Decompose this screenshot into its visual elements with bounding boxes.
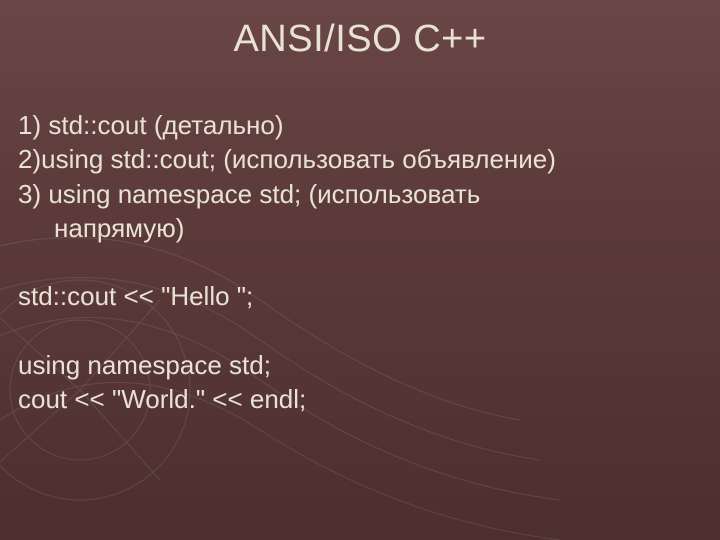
slide-body: 1) std::cout (детально) 2)using std::cou…	[18, 108, 702, 416]
blank-line	[18, 245, 702, 279]
slide: ANSI/ISO C++ 1) std::cout (детально) 2)u…	[0, 0, 720, 540]
body-line-2: 2)using std::cout; (использовать объявле…	[18, 142, 702, 176]
body-line-3b: напрямую)	[18, 211, 702, 245]
blank-line	[18, 314, 702, 348]
body-line-1: 1) std::cout (детально)	[18, 108, 702, 142]
body-line-6: cout << "World." << endl;	[18, 382, 702, 416]
body-line-5: using namespace std;	[18, 348, 702, 382]
body-line-4: std::cout << "Hello ";	[18, 279, 702, 313]
body-line-3a: 3) using namespace std; (использовать	[18, 177, 702, 211]
slide-title: ANSI/ISO C++	[0, 18, 720, 61]
